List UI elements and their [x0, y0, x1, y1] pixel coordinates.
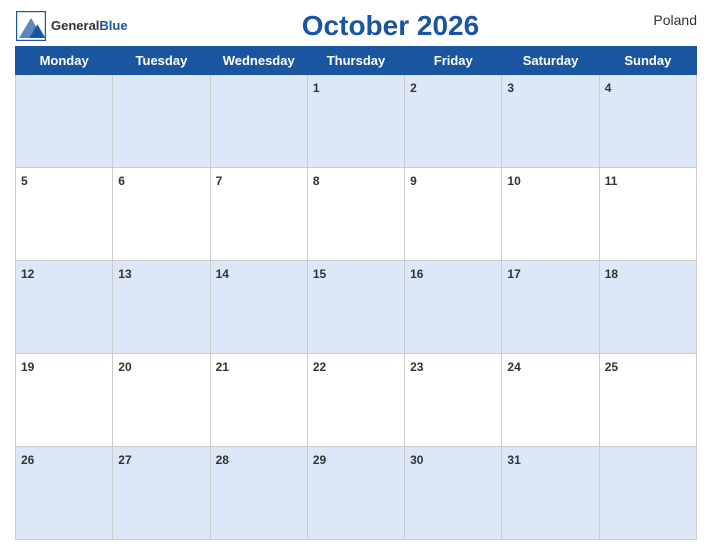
day-number: 6: [118, 174, 125, 188]
calendar-table: MondayTuesdayWednesdayThursdayFridaySatu…: [15, 46, 697, 540]
day-number: 29: [313, 453, 326, 467]
logo-text: GeneralBlue: [51, 17, 128, 35]
day-number: 7: [216, 174, 223, 188]
calendar-title: October 2026: [128, 10, 654, 42]
calendar-day-cell: 31: [502, 447, 599, 540]
calendar-day-cell: 21: [210, 354, 307, 447]
weekday-header-wednesday: Wednesday: [210, 47, 307, 75]
calendar-day-cell: 14: [210, 261, 307, 354]
day-number: 28: [216, 453, 229, 467]
logo-area: GeneralBlue: [15, 10, 128, 42]
day-number: 18: [605, 267, 618, 281]
day-number: 13: [118, 267, 131, 281]
day-number: 5: [21, 174, 28, 188]
day-number: 2: [410, 81, 417, 95]
calendar-header: GeneralBlue October 2026 Poland: [15, 10, 697, 42]
logo-blue: Blue: [99, 18, 127, 33]
calendar-day-cell: [599, 447, 696, 540]
day-number: 9: [410, 174, 417, 188]
calendar-day-cell: 26: [16, 447, 113, 540]
calendar-day-cell: 23: [405, 354, 502, 447]
calendar-day-cell: 17: [502, 261, 599, 354]
day-number: 22: [313, 360, 326, 374]
calendar-day-cell: 7: [210, 168, 307, 261]
calendar-day-cell: 20: [113, 354, 210, 447]
calendar-title-area: October 2026: [128, 10, 654, 42]
calendar-day-cell: 19: [16, 354, 113, 447]
calendar-day-cell: 24: [502, 354, 599, 447]
calendar-day-cell: 15: [307, 261, 404, 354]
calendar-day-cell: [16, 75, 113, 168]
calendar-day-cell: 30: [405, 447, 502, 540]
weekday-header-saturday: Saturday: [502, 47, 599, 75]
calendar-day-cell: 10: [502, 168, 599, 261]
weekday-header-monday: Monday: [16, 47, 113, 75]
weekday-header-row: MondayTuesdayWednesdayThursdayFridaySatu…: [16, 47, 697, 75]
day-number: 20: [118, 360, 131, 374]
day-number: 10: [507, 174, 520, 188]
logo-general: General: [51, 18, 99, 33]
calendar-day-cell: 5: [16, 168, 113, 261]
day-number: 26: [21, 453, 34, 467]
day-number: 3: [507, 81, 514, 95]
day-number: 19: [21, 360, 34, 374]
calendar-day-cell: 6: [113, 168, 210, 261]
calendar-week-row: 26 27 28 29 30 31: [16, 447, 697, 540]
day-number: 11: [605, 174, 618, 188]
weekday-header-tuesday: Tuesday: [113, 47, 210, 75]
calendar-day-cell: 27: [113, 447, 210, 540]
day-number: 27: [118, 453, 131, 467]
day-number: 21: [216, 360, 229, 374]
calendar-week-row: 19 20 21 22 23 24 25: [16, 354, 697, 447]
calendar-day-cell: 11: [599, 168, 696, 261]
calendar-day-cell: 16: [405, 261, 502, 354]
calendar-day-cell: 18: [599, 261, 696, 354]
calendar-day-cell: [210, 75, 307, 168]
calendar-day-cell: 8: [307, 168, 404, 261]
calendar-day-cell: 1: [307, 75, 404, 168]
calendar-day-cell: 3: [502, 75, 599, 168]
day-number: 4: [605, 81, 612, 95]
country-label: Poland: [653, 10, 697, 28]
calendar-day-cell: 4: [599, 75, 696, 168]
day-number: 30: [410, 453, 423, 467]
calendar-week-row: 12 13 14 15 16 17 18: [16, 261, 697, 354]
weekday-header-thursday: Thursday: [307, 47, 404, 75]
calendar-week-row: 1 2 3 4: [16, 75, 697, 168]
day-number: 15: [313, 267, 326, 281]
calendar-day-cell: 9: [405, 168, 502, 261]
logo-box: GeneralBlue: [15, 10, 128, 42]
day-number: 14: [216, 267, 229, 281]
weekday-header-friday: Friday: [405, 47, 502, 75]
calendar-day-cell: 29: [307, 447, 404, 540]
calendar-day-cell: 22: [307, 354, 404, 447]
day-number: 17: [507, 267, 520, 281]
calendar-day-cell: 25: [599, 354, 696, 447]
day-number: 12: [21, 267, 34, 281]
day-number: 1: [313, 81, 320, 95]
weekday-header-sunday: Sunday: [599, 47, 696, 75]
calendar-day-cell: 13: [113, 261, 210, 354]
day-number: 31: [507, 453, 520, 467]
calendar-day-cell: [113, 75, 210, 168]
day-number: 8: [313, 174, 320, 188]
day-number: 24: [507, 360, 520, 374]
calendar-day-cell: 28: [210, 447, 307, 540]
calendar-day-cell: 2: [405, 75, 502, 168]
calendar-day-cell: 12: [16, 261, 113, 354]
day-number: 25: [605, 360, 618, 374]
general-blue-logo-icon: [15, 10, 47, 42]
calendar-week-row: 5 6 7 8 9 10 11: [16, 168, 697, 261]
day-number: 23: [410, 360, 423, 374]
day-number: 16: [410, 267, 423, 281]
